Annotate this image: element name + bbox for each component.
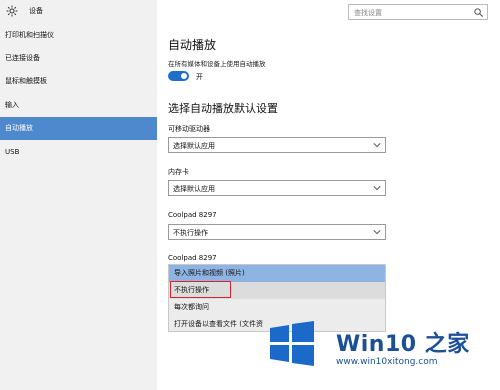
sidebar-item-usb[interactable]: USB	[0, 141, 157, 164]
search-input[interactable]: 查找设置	[348, 4, 488, 20]
windows-logo-icon	[270, 321, 314, 366]
toggle-state-label: 开	[196, 73, 203, 81]
coolpad-label-1: Coolpad 8297	[168, 211, 217, 219]
page-title: 自动播放	[168, 38, 217, 52]
autoplay-toggle[interactable]	[168, 71, 189, 81]
sidebar-item-printers[interactable]: 打印机和扫描仪	[0, 24, 157, 47]
chevron-down-icon	[373, 230, 381, 235]
watermark-brand: Win10 之家	[336, 332, 470, 357]
chevron-down-icon	[373, 143, 381, 148]
chevron-down-icon	[373, 186, 381, 191]
sidebar-item-connected-devices[interactable]: 已连接设备	[0, 47, 157, 70]
memory-card-label: 内存卡	[168, 168, 189, 176]
search-icon[interactable]	[473, 7, 484, 18]
select-value: 选择默认应用	[173, 142, 215, 150]
coolpad-label-2: Coolpad 8297	[168, 254, 217, 262]
autoplay-toggle-caption: 在所有媒体和设备上使用自动播放	[168, 60, 266, 68]
annotation-red-box	[170, 281, 231, 298]
select-value: 不执行操作	[173, 229, 208, 237]
sidebar-item-typing[interactable]: 输入	[0, 94, 157, 117]
memory-card-select[interactable]: 选择默认应用	[168, 180, 386, 196]
removable-drive-select[interactable]: 选择默认应用	[168, 137, 386, 153]
gear-icon	[6, 5, 18, 17]
window-title: 设备	[29, 7, 43, 15]
dropdown-option-import-photos[interactable]: 导入照片和视频 (照片)	[169, 265, 385, 282]
dropdown-option-ask-every-time[interactable]: 每次都询问	[169, 299, 385, 316]
toggle-knob	[181, 73, 187, 79]
select-value: 选择默认应用	[173, 185, 215, 193]
sidebar-item-mouse-touchpad[interactable]: 鼠标和触摸板	[0, 70, 157, 93]
watermark-url: www.win10xitong.com	[336, 357, 438, 367]
coolpad-select-1[interactable]: 不执行操作	[168, 224, 386, 240]
sidebar: 设备 打印机和扫描仪 已连接设备 鼠标和触摸板 输入 自动播放 USB	[0, 0, 157, 390]
section-title: 选择自动播放默认设置	[168, 102, 278, 115]
removable-drive-label: 可移动驱动器	[168, 125, 210, 133]
sidebar-item-autoplay[interactable]: 自动播放	[0, 117, 157, 140]
search-placeholder: 查找设置	[354, 9, 382, 17]
sidebar-header: 设备	[0, 0, 157, 22]
